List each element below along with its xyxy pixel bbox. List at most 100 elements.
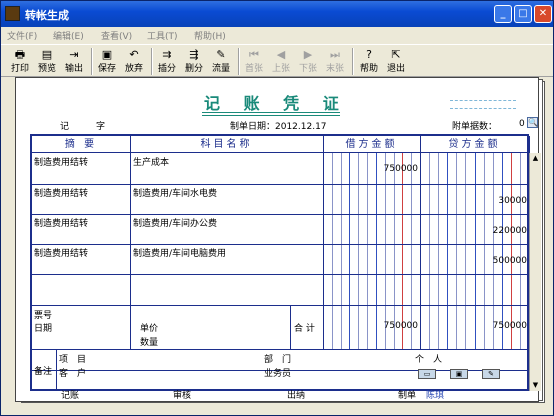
digit-divider: [456, 153, 458, 349]
menu-bar: 文件(F) 编辑(E) 查看(V) 工具(T) 帮助(H): [1, 27, 553, 43]
next-icon: ▶: [303, 48, 313, 61]
remark-label: 备注: [34, 367, 53, 377]
voucher-entry-table: 摘 要 科目名称 借方金额 贷方金额 制造费用结转 生产成本 750000 制造…: [30, 134, 541, 391]
menu-file[interactable]: 文件(F): [7, 29, 37, 42]
cashflow-icon: ✎: [216, 48, 226, 61]
help-button[interactable]: ? 帮助: [357, 47, 381, 76]
insert-row-button[interactable]: ⇉ 插分: [155, 47, 179, 76]
vertical-scrollbar-lower[interactable]: ▼: [529, 349, 541, 391]
edit-icon[interactable]: ✎: [482, 369, 500, 379]
audit-label: 审核: [173, 391, 192, 401]
title-bar[interactable]: 转帐生成 _ □ ✕: [1, 1, 553, 27]
grid-line: [32, 244, 529, 245]
save-button[interactable]: ▣ 保存: [95, 47, 119, 76]
voucher-date[interactable]: 制单日期：2012.12.17: [230, 119, 327, 132]
digit-divider: [429, 153, 431, 349]
row3-account[interactable]: 制造费用/车间办公费: [133, 216, 217, 229]
grid-line: [290, 305, 291, 349]
scroll-up-icon[interactable]: ▲: [530, 153, 541, 164]
col-debit-header: 借方金额: [323, 136, 420, 153]
window-title: 转帐生成: [25, 9, 69, 22]
digit-divider: [438, 153, 440, 349]
menu-view[interactable]: 查看(V): [101, 29, 132, 42]
menu-help[interactable]: 帮助(H): [194, 29, 226, 42]
grid-line: [32, 214, 529, 215]
attachment-search-icon[interactable]: 🔍: [527, 117, 538, 128]
menu-tools[interactable]: 工具(T): [147, 29, 178, 42]
vertical-scrollbar[interactable]: ▲: [529, 153, 541, 349]
digit-divider: [501, 153, 503, 349]
grid-line: [32, 305, 529, 306]
person-label: 个 人: [415, 355, 443, 365]
dept-label: 部 门: [264, 355, 292, 365]
digit-divider: [492, 153, 494, 349]
prev-icon: ◀: [276, 48, 286, 61]
discard-button[interactable]: ↶ 放弃: [122, 47, 146, 76]
maker-name: 陈琪: [426, 391, 445, 401]
qty-label: 数量: [140, 338, 159, 348]
cashier-label: 出纳: [287, 391, 306, 401]
title-underline: [202, 115, 340, 116]
voucher-type[interactable]: 记: [60, 119, 69, 132]
maximize-button[interactable]: □: [514, 5, 532, 23]
grid-line: [420, 136, 421, 349]
delete-row-button[interactable]: ⇶ 删分: [182, 47, 206, 76]
digit-divider: [483, 153, 485, 349]
last-icon: ⏭: [330, 48, 340, 61]
export-button[interactable]: ⇥ 输出: [62, 47, 86, 76]
grid-line: [323, 136, 324, 349]
digit-divider: [349, 153, 351, 349]
preview-icon: ▤: [41, 48, 53, 61]
customer-label: 客 户: [59, 369, 87, 379]
preview-button[interactable]: ▤ 预览: [35, 47, 59, 76]
row4-account[interactable]: 制造费用/车间电脑费用: [133, 246, 226, 259]
menu-edit[interactable]: 编辑(E): [53, 29, 84, 42]
digit-divider: [393, 153, 395, 349]
scroll-down-icon[interactable]: ▼: [530, 380, 541, 391]
row2-credit[interactable]: 30000: [422, 196, 527, 206]
minimize-button[interactable]: _: [494, 5, 512, 23]
exit-icon: ⇱: [391, 48, 401, 61]
insert-row-icon: ⇉: [162, 48, 172, 61]
digit-divider: [331, 153, 333, 349]
delete-row-icon: ⇶: [189, 48, 199, 61]
row2-summary[interactable]: 制造费用结转: [34, 186, 88, 199]
row2-account[interactable]: 制造费用/车间水电费: [133, 186, 217, 199]
close-button[interactable]: ✕: [534, 5, 552, 23]
col-account-header: 科目名称: [130, 136, 323, 153]
row4-summary[interactable]: 制造费用结转: [34, 246, 88, 259]
total-label: 合 计: [294, 324, 315, 334]
voucher-number-label: 字: [96, 122, 106, 132]
digit-divider: [384, 153, 386, 349]
cashflow-button[interactable]: ✎ 流量: [209, 47, 233, 76]
row1-account[interactable]: 生产成本: [133, 155, 169, 168]
exit-button[interactable]: ⇱ 退出: [384, 47, 408, 76]
bookkeep-label: 记账: [61, 391, 80, 401]
grid-line: [56, 349, 57, 389]
total-credit: 750000: [492, 321, 527, 331]
row3-summary[interactable]: 制造费用结转: [34, 216, 88, 229]
toolbar-separator: [238, 48, 240, 75]
first-button[interactable]: ⏮ 首张: [242, 47, 266, 76]
row4-credit[interactable]: 500000: [422, 256, 527, 266]
project-label: 项 目: [59, 355, 87, 365]
prev-button[interactable]: ◀ 上张: [269, 47, 293, 76]
attachment-count[interactable]: 0: [519, 119, 525, 129]
first-icon: ⏮: [249, 48, 259, 61]
voucher-title: 记 账 凭 证: [204, 94, 348, 113]
toolbar-separator: [151, 48, 153, 75]
grid-line: [32, 184, 529, 185]
row1-summary[interactable]: 制造费用结转: [34, 155, 88, 168]
digit-divider: [367, 153, 369, 349]
image-icon[interactable]: ▣: [450, 369, 468, 379]
row3-credit[interactable]: 220000: [422, 226, 527, 236]
next-button[interactable]: ▶ 下张: [296, 47, 320, 76]
voucher-window: 转帐生成 _ □ ✕ 文件(F) 编辑(E) 查看(V) 工具(T) 帮助(H)…: [0, 0, 554, 416]
digit-divider: [474, 153, 476, 349]
dotted-guide: [450, 108, 516, 109]
row1-debit[interactable]: 750000: [332, 164, 418, 174]
print-button[interactable]: 🖶 打印: [8, 47, 32, 76]
last-button[interactable]: ⏭ 末张: [323, 47, 347, 76]
card-icon[interactable]: ▭: [418, 369, 436, 379]
dotted-guide: [450, 100, 516, 101]
